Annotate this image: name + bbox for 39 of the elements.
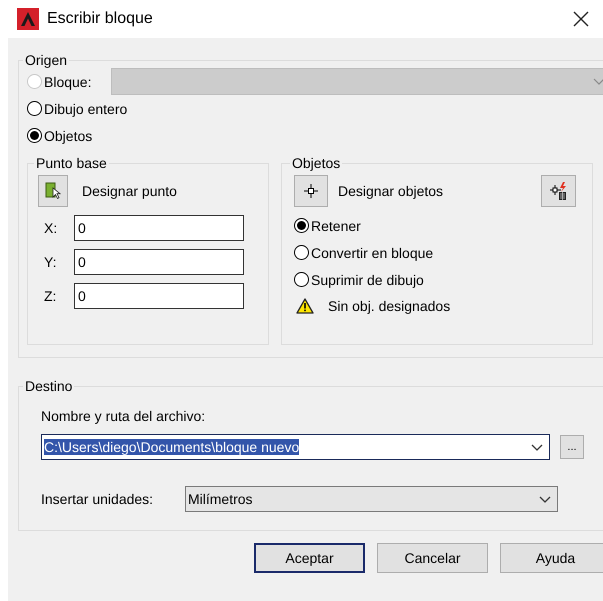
chevron-icon	[531, 444, 543, 450]
chevron-icon	[539, 496, 551, 502]
coordinate-label: Y:	[43, 254, 58, 270]
crosshair-icon	[304, 184, 318, 198]
group-title: Destino	[24, 378, 74, 394]
units-label: Insertar unidades:	[41, 491, 154, 507]
group-title: Punto base	[35, 155, 108, 171]
app-logo-icon	[17, 8, 39, 30]
radio-button[interactable]: Dibujo entero	[27, 95, 128, 122]
radio-button[interactable]: Suprimir de dibujo	[294, 266, 424, 293]
select-objects-label: Designar objetos	[338, 183, 444, 199]
chevron-icon	[593, 78, 603, 85]
radio-button[interactable]: Convertir en bloque	[294, 239, 434, 266]
coordinate-field[interactable]: 0	[74, 215, 244, 241]
quick-select-icon	[548, 181, 568, 201]
pick-point-icon	[45, 182, 61, 200]
pick-point-button[interactable]	[38, 175, 68, 207]
dialog-button[interactable]: Cancelar	[377, 543, 488, 573]
radio-button[interactable]: Retener	[294, 212, 361, 239]
status-message: Sin obj. designados	[328, 298, 450, 314]
pick-point-label: Designar punto	[82, 183, 177, 199]
warning-icon	[296, 298, 314, 314]
dialog-button[interactable]: Ayuda	[500, 543, 603, 573]
radio-button[interactable]: Objetos	[27, 122, 92, 149]
coordinate-label: Z:	[43, 288, 58, 304]
coordinate-label: X:	[43, 220, 58, 236]
coordinate-field[interactable]: 0	[74, 283, 244, 309]
close-icon[interactable]	[573, 11, 589, 27]
dialog-button[interactable]: Aceptar	[254, 543, 365, 573]
file-path-label: Nombre y ruta del archivo:	[41, 408, 206, 424]
group-title: Origen	[24, 52, 68, 68]
quick-select-button[interactable]	[541, 175, 576, 207]
browse-button[interactable]: ...	[560, 435, 584, 459]
select-objects-button[interactable]	[294, 175, 328, 207]
units-dropdown[interactable]: Milímetros	[185, 486, 558, 512]
file-path-field[interactable]: C:\Users\diego\Documents\bloque nuevo	[41, 434, 550, 460]
coordinate-field[interactable]: 0	[74, 249, 244, 275]
group-title: Objetos	[291, 155, 342, 171]
window-title: Escribir bloque	[47, 10, 154, 28]
